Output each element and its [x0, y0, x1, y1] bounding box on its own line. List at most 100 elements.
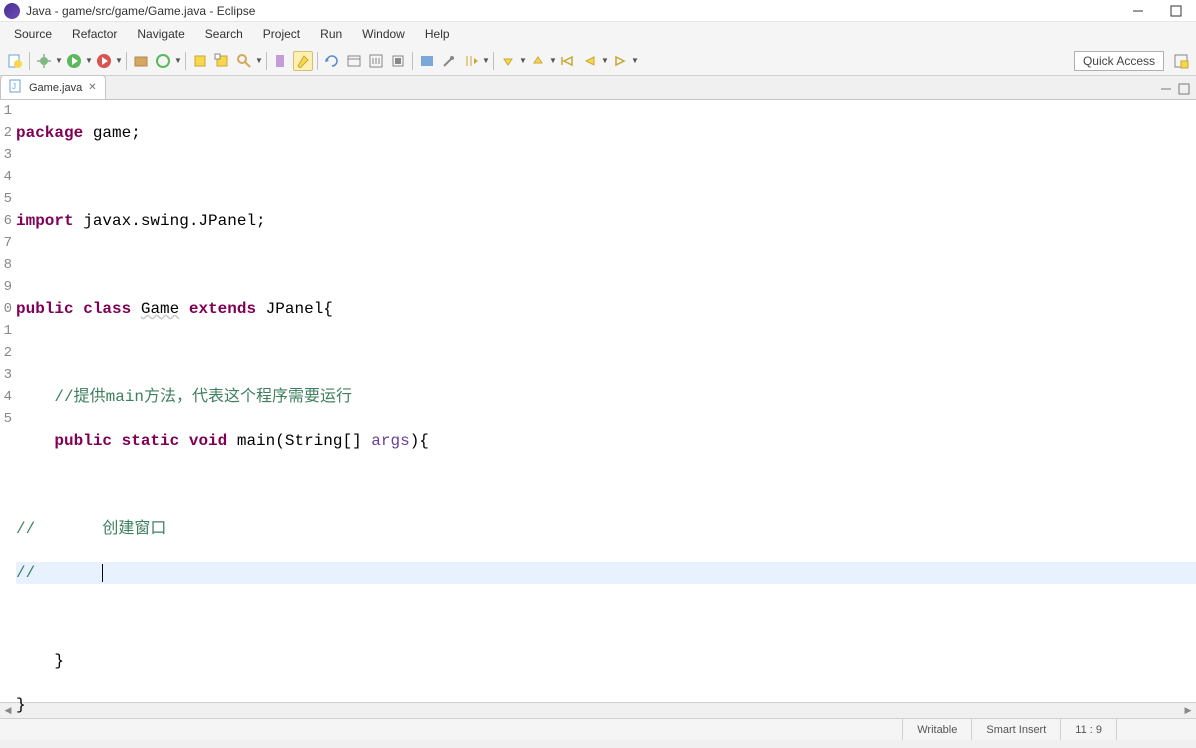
maximize-button[interactable]: [1166, 4, 1186, 18]
comment-slash: //: [16, 564, 35, 582]
block-selection-icon[interactable]: [388, 51, 408, 71]
code-editor[interactable]: 1 2 3 4 5 6 7 8 9 0 1 2 3 4 5 package ga…: [0, 100, 1196, 702]
toggle-highlight-icon[interactable]: [293, 51, 313, 71]
code-area[interactable]: package game; import javax.swing.JPanel;…: [12, 100, 1196, 702]
toolbar: ▼ ▼ ▼ ▼ ▼ ▼ ▼ ▼ ▼ ▼ Quick Access: [0, 46, 1196, 76]
toggle-mark-icon[interactable]: [271, 51, 291, 71]
editor-presentation-icon[interactable]: [344, 51, 364, 71]
menu-refactor[interactable]: Refactor: [62, 24, 127, 44]
prev-annotation-dropdown[interactable]: ▼: [549, 56, 557, 65]
debug-icon[interactable]: [34, 51, 54, 71]
keyword: public: [54, 432, 112, 450]
open-perspective-icon[interactable]: [1170, 50, 1192, 72]
run-icon[interactable]: [64, 51, 84, 71]
tab-filename: Game.java: [29, 82, 82, 94]
new-class-dropdown[interactable]: ▼: [174, 56, 182, 65]
step-dropdown[interactable]: ▼: [482, 56, 490, 65]
search-dropdown[interactable]: ▼: [255, 56, 263, 65]
line-number: 6: [0, 210, 12, 232]
comment: 创建窗口: [35, 520, 166, 538]
search-icon[interactable]: [234, 51, 254, 71]
pin-icon[interactable]: [439, 51, 459, 71]
brace: }: [16, 652, 64, 670]
window-title: Java - game/src/game/Game.java - Eclipse: [26, 4, 1128, 18]
keyword: void: [189, 432, 227, 450]
window-controls: [1128, 4, 1192, 18]
close-icon[interactable]: ✕: [88, 82, 96, 93]
keyword: class: [83, 300, 131, 318]
menubar: Source Refactor Navigate Search Project …: [0, 22, 1196, 46]
code-text: JPanel{: [256, 300, 333, 318]
menu-source[interactable]: Source: [4, 24, 62, 44]
line-number: 8: [0, 254, 12, 276]
open-type-icon[interactable]: [190, 51, 210, 71]
menu-run[interactable]: Run: [310, 24, 352, 44]
line-number: 2: [0, 342, 12, 364]
line-number: 1: [0, 100, 12, 122]
show-source-icon[interactable]: [417, 51, 437, 71]
line-number: 4: [0, 166, 12, 188]
separator: [412, 52, 413, 70]
eclipse-icon: [4, 3, 20, 19]
line-number: 3: [0, 364, 12, 386]
code-text: ){: [410, 432, 429, 450]
method-sig: main(String[]: [227, 432, 371, 450]
code-text: javax.swing.JPanel;: [74, 212, 266, 230]
scroll-left-icon[interactable]: ◀: [0, 704, 16, 718]
separator: [126, 52, 127, 70]
menu-search[interactable]: Search: [195, 24, 253, 44]
last-edit-icon[interactable]: [558, 51, 578, 71]
comment-slash: //: [16, 520, 35, 538]
keyword: package: [16, 124, 83, 142]
separator: [266, 52, 267, 70]
keyword: public: [16, 300, 74, 318]
maximize-view-icon[interactable]: [1178, 83, 1192, 97]
line-number: 4: [0, 386, 12, 408]
line-number-gutter: 1 2 3 4 5 6 7 8 9 0 1 2 3 4 5: [0, 100, 12, 702]
coverage-icon[interactable]: [94, 51, 114, 71]
keyword: static: [122, 432, 180, 450]
open-task-icon[interactable]: [212, 51, 232, 71]
titlebar: Java - game/src/game/Game.java - Eclipse: [0, 0, 1196, 22]
java-file-icon: J: [9, 79, 23, 96]
brace: }: [16, 696, 26, 714]
back-icon[interactable]: [580, 51, 600, 71]
quick-access-input[interactable]: Quick Access: [1074, 51, 1164, 71]
line-number: 5: [0, 408, 12, 430]
text-cursor: [102, 564, 103, 582]
menu-help[interactable]: Help: [415, 24, 460, 44]
menu-navigate[interactable]: Navigate: [127, 24, 194, 44]
class-name: Game: [141, 300, 179, 318]
menu-window[interactable]: Window: [352, 24, 415, 44]
line-number: 2: [0, 122, 12, 144]
step-icon[interactable]: [461, 51, 481, 71]
separator: [317, 52, 318, 70]
param: args: [371, 432, 409, 450]
editor-tab-game[interactable]: J Game.java ✕: [0, 75, 106, 99]
new-package-icon[interactable]: [131, 51, 151, 71]
comment: //提供main方法，代表这个程序需要运行: [16, 388, 352, 406]
code-text: game;: [83, 124, 141, 142]
forward-dropdown[interactable]: ▼: [631, 56, 639, 65]
separator: [185, 52, 186, 70]
keyword: import: [16, 212, 74, 230]
back-dropdown[interactable]: ▼: [601, 56, 609, 65]
menu-project[interactable]: Project: [253, 24, 310, 44]
next-annotation-dropdown[interactable]: ▼: [519, 56, 527, 65]
minimize-view-icon[interactable]: [1160, 83, 1174, 97]
refresh-icon[interactable]: [322, 51, 342, 71]
keyword: extends: [189, 300, 256, 318]
debug-dropdown[interactable]: ▼: [55, 56, 63, 65]
new-icon[interactable]: [5, 51, 25, 71]
line-number: 5: [0, 188, 12, 210]
forward-icon[interactable]: [610, 51, 630, 71]
prev-annotation-icon[interactable]: [528, 51, 548, 71]
show-whitespace-icon[interactable]: [366, 51, 386, 71]
new-class-icon[interactable]: [153, 51, 173, 71]
line-number: 0: [0, 298, 12, 320]
next-annotation-icon[interactable]: [498, 51, 518, 71]
minimize-button[interactable]: [1128, 4, 1148, 18]
run-dropdown[interactable]: ▼: [85, 56, 93, 65]
line-number: 1: [0, 320, 12, 342]
coverage-dropdown[interactable]: ▼: [115, 56, 123, 65]
